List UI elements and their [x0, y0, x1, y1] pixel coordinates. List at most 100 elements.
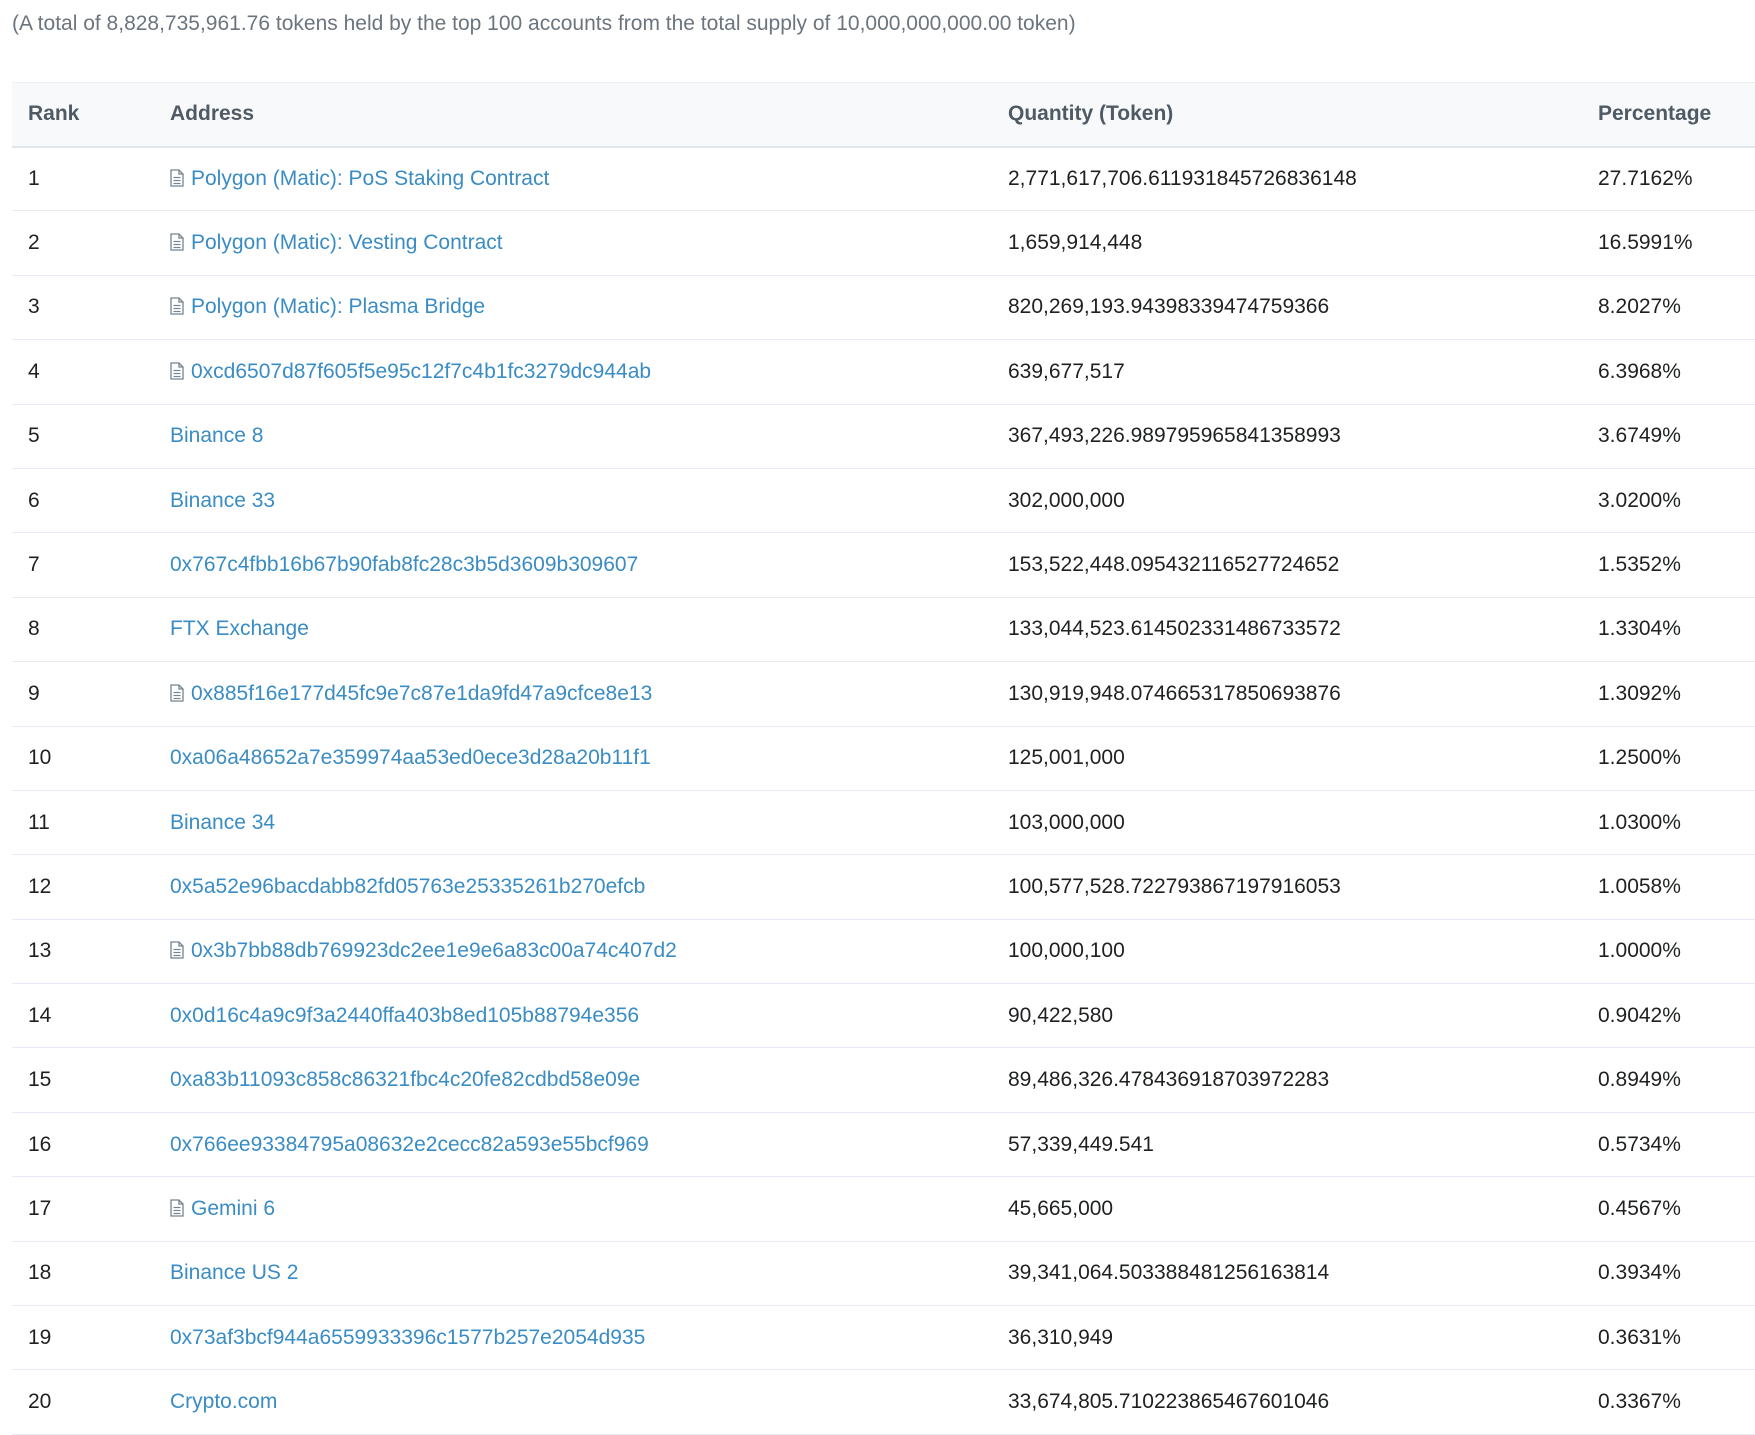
- rank-cell: 18: [28, 1261, 52, 1285]
- table-row: 1 Polygon (Matic): PoS Staking Contract …: [12, 147, 1755, 211]
- rank-cell: 3: [28, 295, 40, 319]
- address-link[interactable]: Polygon (Matic): Vesting Contract: [191, 231, 503, 254]
- percentage-cell: 1.3092%: [1598, 681, 1681, 705]
- table-row: 4 0xcd6507d87f605f5e95c12f7c4b1fc3279dc9…: [12, 340, 1755, 405]
- address-link[interactable]: 0x5a52e96bacdabb82fd05763e25335261b270ef…: [170, 875, 645, 898]
- quantity-cell: 33,674,805.710223865467601046: [1008, 1390, 1330, 1414]
- rank-cell: 16: [28, 1132, 52, 1156]
- file-document-icon: [170, 362, 184, 380]
- address-cell: 0x0d16c4a9c9f3a2440ffa403b8ed105b88794e3…: [170, 984, 1008, 1048]
- address-cell: 0x767c4fbb16b67b90fab8fc28c3b5d3609b3096…: [170, 533, 1008, 597]
- header-row: Rank Address Quantity (Token) Percentage: [12, 82, 1755, 147]
- percentage-cell: 8.2027%: [1598, 295, 1681, 319]
- quantity-cell: 45,665,000: [1008, 1196, 1114, 1220]
- quantity-cell: 130,919,948.074665317850693876: [1008, 681, 1341, 705]
- percentage-cell: 0.8949%: [1598, 1068, 1681, 1092]
- address-cell: Gemini 6: [170, 1177, 1008, 1241]
- quantity-cell: 100,577,528.722793867197916053: [1008, 874, 1341, 898]
- quantity-cell: 639,677,517: [1008, 359, 1125, 383]
- address-cell: Binance 33: [170, 468, 1008, 532]
- address-link[interactable]: 0xa06a48652a7e359974aa53ed0ece3d28a20b11…: [170, 746, 651, 769]
- rank-cell: 15: [28, 1068, 52, 1092]
- rank-cell: 14: [28, 1003, 52, 1027]
- address-link[interactable]: Binance 8: [170, 424, 263, 447]
- table-row: 20 Crypto.com 33,674,805.710223865467601…: [12, 1370, 1755, 1435]
- quantity-cell: 57,339,449.541: [1008, 1132, 1154, 1156]
- percentage-cell: 16.5991%: [1598, 231, 1693, 255]
- percentage-cell: 0.9042%: [1598, 1003, 1681, 1027]
- file-document-icon: [170, 1199, 184, 1217]
- address-cell: 0x3b7bb88db769923dc2ee1e9e6a83c00a74c407…: [170, 919, 1008, 983]
- address-cell: 0xcd6507d87f605f5e95c12f7c4b1fc3279dc944…: [170, 340, 1008, 404]
- percentage-cell: 1.5352%: [1598, 553, 1681, 577]
- percentage-cell: 0.3934%: [1598, 1261, 1681, 1285]
- percentage-cell: 1.0000%: [1598, 939, 1681, 963]
- address-cell: Binance 8: [170, 404, 1008, 468]
- quantity-cell: 820,269,193.94398339474759366: [1008, 295, 1330, 319]
- address-link[interactable]: 0xcd6507d87f605f5e95c12f7c4b1fc3279dc944…: [191, 360, 651, 383]
- rank-cell: 11: [28, 810, 50, 834]
- table-row: 19 0x73af3bcf944a6559933396c1577b257e205…: [12, 1306, 1755, 1370]
- quantity-cell: 39,341,064.503388481256163814: [1008, 1261, 1330, 1285]
- table-row: 17 Gemini 6 45,665,000 0.4567%: [12, 1177, 1755, 1242]
- rank-cell: 1: [28, 166, 40, 190]
- quantity-cell: 1,659,914,448: [1008, 231, 1143, 255]
- table-row: 14 0x0d16c4a9c9f3a2440ffa403b8ed105b8879…: [12, 984, 1755, 1048]
- header-quantity: Quantity (Token): [1008, 102, 1174, 126]
- file-document-icon: [170, 684, 184, 702]
- address-cell: FTX Exchange: [170, 597, 1008, 661]
- percentage-cell: 0.5734%: [1598, 1132, 1681, 1156]
- address-link[interactable]: FTX Exchange: [170, 617, 309, 640]
- address-link[interactable]: 0x73af3bcf944a6559933396c1577b257e2054d9…: [170, 1326, 645, 1349]
- percentage-cell: 1.3304%: [1598, 617, 1681, 641]
- address-link[interactable]: 0x766ee93384795a08632e2cecc82a593e55bcf9…: [170, 1133, 649, 1156]
- address-cell: 0x73af3bcf944a6559933396c1577b257e2054d9…: [170, 1306, 1008, 1370]
- quantity-cell: 36,310,949: [1008, 1325, 1114, 1349]
- holders-summary: (A total of 8,828,735,961.76 tokens held…: [12, 12, 1076, 35]
- file-document-icon: [170, 941, 184, 960]
- percentage-cell: 1.0300%: [1598, 810, 1681, 834]
- quantity-cell: 133,044,523.614502331486733572: [1008, 617, 1341, 641]
- rank-cell: 10: [28, 746, 52, 770]
- address-link[interactable]: Gemini 6: [191, 1197, 275, 1220]
- table-row: 12 0x5a52e96bacdabb82fd05763e25335261b27…: [12, 855, 1755, 920]
- table-row: 2 Polygon (Matic): Vesting Contract 1,65…: [12, 211, 1755, 276]
- rank-cell: 4: [28, 359, 40, 383]
- percentage-cell: 1.2500%: [1598, 746, 1681, 770]
- address-link[interactable]: Polygon (Matic): PoS Staking Contract: [191, 167, 549, 190]
- address-link[interactable]: Binance 34: [170, 811, 275, 834]
- file-document-icon: [170, 297, 184, 316]
- address-link[interactable]: 0x885f16e177d45fc9e7c87e1da9fd47a9cfce8e…: [191, 682, 652, 705]
- quantity-cell: 153,522,448.095432116527724652: [1008, 553, 1340, 577]
- rank-cell: 8: [28, 617, 40, 641]
- address-link[interactable]: 0x3b7bb88db769923dc2ee1e9e6a83c00a74c407…: [191, 939, 677, 962]
- rank-cell: 13: [28, 939, 52, 963]
- address-cell: Polygon (Matic): Plasma Bridge: [170, 275, 1008, 339]
- address-cell: Polygon (Matic): Vesting Contract: [170, 211, 1008, 275]
- address-link[interactable]: 0xa83b11093c858c86321fbc4c20fe82cdbd58e0…: [170, 1068, 640, 1091]
- percentage-cell: 3.0200%: [1598, 488, 1681, 512]
- address-link[interactable]: Binance US 2: [170, 1261, 298, 1284]
- address-cell: Binance 34: [170, 790, 1008, 854]
- rank-cell: 17: [28, 1196, 52, 1220]
- percentage-cell: 27.7162%: [1598, 166, 1693, 190]
- percentage-cell: 6.3968%: [1598, 359, 1681, 383]
- quantity-cell: 103,000,000: [1008, 810, 1125, 834]
- quantity-cell: 367,493,226.989795965841358993: [1008, 424, 1341, 448]
- address-link[interactable]: 0x0d16c4a9c9f3a2440ffa403b8ed105b88794e3…: [170, 1004, 639, 1027]
- table-row: 15 0xa83b11093c858c86321fbc4c20fe82cdbd5…: [12, 1048, 1755, 1113]
- address-link[interactable]: Crypto.com: [170, 1390, 277, 1413]
- address-cell: 0xa06a48652a7e359974aa53ed0ece3d28a20b11…: [170, 726, 1008, 790]
- token-holders-table: Rank Address Quantity (Token) Percentage…: [12, 82, 1755, 1435]
- quantity-cell: 2,771,617,706.611931845726836148: [1008, 166, 1357, 190]
- address-link[interactable]: 0x767c4fbb16b67b90fab8fc28c3b5d3609b3096…: [170, 553, 638, 576]
- file-document-icon: [170, 169, 184, 187]
- rank-cell: 5: [28, 424, 40, 448]
- table-row: 8 FTX Exchange 133,044,523.6145023314867…: [12, 597, 1755, 662]
- header-rank: Rank: [28, 102, 80, 126]
- address-link[interactable]: Binance 33: [170, 489, 275, 512]
- table-row: 7 0x767c4fbb16b67b90fab8fc28c3b5d3609b30…: [12, 533, 1755, 598]
- address-link[interactable]: Polygon (Matic): Plasma Bridge: [191, 295, 485, 318]
- quantity-cell: 125,001,000: [1008, 746, 1125, 770]
- table-row: 9 0x885f16e177d45fc9e7c87e1da9fd47a9cfce…: [12, 662, 1755, 727]
